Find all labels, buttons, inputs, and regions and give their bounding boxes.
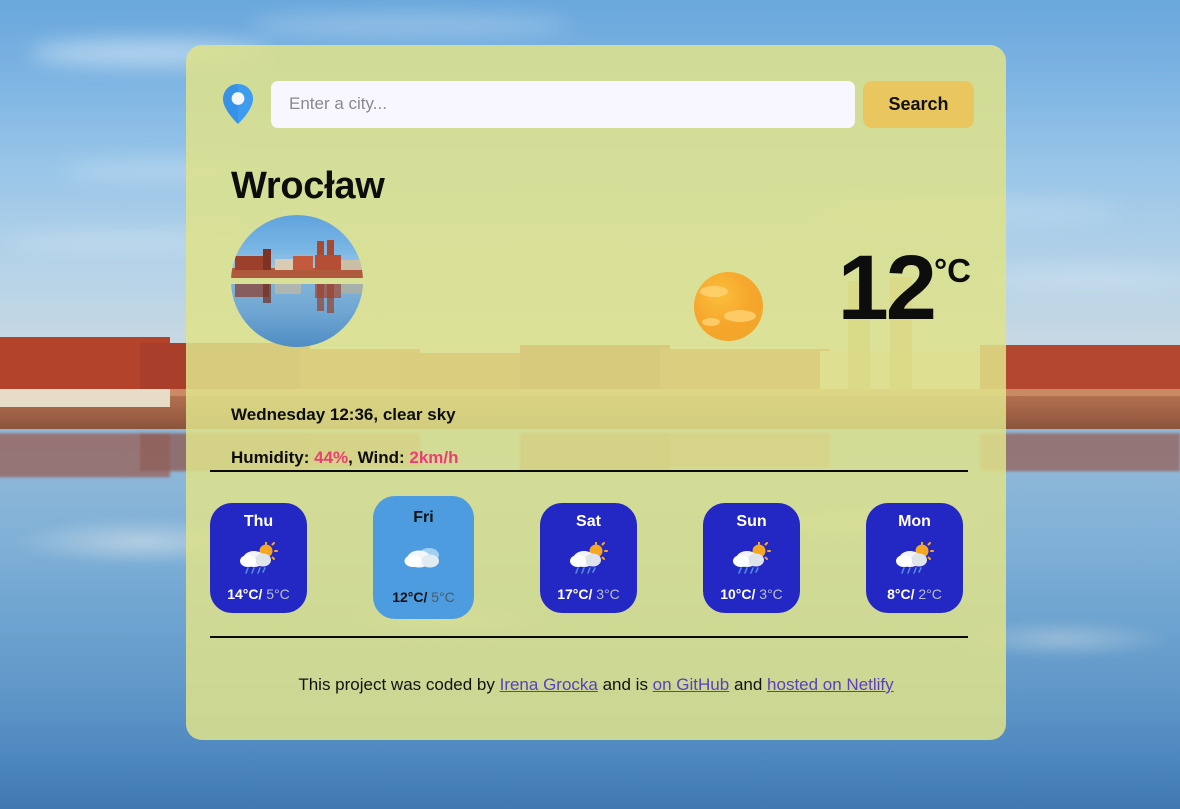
- forecast-temps: 12°C/ 5°C: [392, 590, 455, 604]
- city-photo-building: [341, 259, 363, 271]
- search-form: Search: [220, 78, 974, 130]
- forecast-temps: 10°C/ 3°C: [720, 587, 783, 601]
- footer-credits: This project was coded by Irena Grocka a…: [186, 675, 1006, 695]
- current-conditions: 12 °C Wednesday 12:36, clear sky: [231, 215, 976, 430]
- forecast-min: 3°C: [755, 585, 783, 602]
- weather-app-card: Search Wrocław: [186, 45, 1006, 740]
- forecast-max: 12°C/: [392, 589, 428, 605]
- forecast-day-label: Sun: [736, 512, 767, 530]
- city-photo-building: [293, 255, 313, 271]
- forecast-card-sat[interactable]: Sat 17°C/ 3°C: [540, 502, 637, 613]
- city-photo-building: [315, 254, 341, 271]
- forecast-max: 10°C/: [720, 585, 756, 602]
- city-photo-reflection: [327, 283, 334, 313]
- forecast-max: 17°C/: [557, 585, 593, 602]
- city-photo-reflection: [275, 283, 301, 295]
- wind-value: 2km/h: [409, 448, 459, 467]
- forecast-max: 14°C/: [227, 585, 263, 602]
- city-photo-spire: [263, 249, 271, 271]
- background-building: [980, 344, 1180, 389]
- background-cloud: [250, 14, 570, 36]
- github-link[interactable]: on GitHub: [653, 675, 730, 694]
- author-link[interactable]: Irena Grocka: [500, 675, 598, 694]
- city-photo-reflection: [341, 283, 363, 295]
- conditions-text: Wednesday 12:36, clear sky: [231, 405, 456, 424]
- humidity-value: 44%: [314, 448, 349, 467]
- divider-top: [210, 470, 968, 472]
- page-title: Wrocław: [231, 165, 385, 207]
- sun-behind-rain-cloud-icon: [238, 541, 280, 574]
- forecast-card-thu[interactable]: Thu 14°C/ 5°C: [210, 502, 307, 613]
- forecast-temps: 17°C/ 3°C: [557, 587, 620, 601]
- search-button[interactable]: Search: [863, 80, 974, 128]
- forecast-max: 8°C/: [887, 585, 915, 602]
- city-photo-reflection: [317, 283, 324, 312]
- forecast-temps: 14°C/ 5°C: [227, 587, 290, 601]
- forecast-day-label: Thu: [243, 512, 274, 530]
- weather-metrics: Humidity: 44%, Wind: 2km/h: [231, 448, 459, 468]
- temperature-value: 12: [837, 237, 937, 339]
- sun-behind-rain-cloud-icon: [731, 541, 773, 574]
- forecast-min: 5°C: [427, 589, 455, 605]
- cloud-icon: [403, 542, 445, 574]
- forecast-card-mon[interactable]: Mon 8°C/ 2°C: [866, 502, 963, 613]
- forecast-min: 2°C: [914, 585, 942, 602]
- divider-bottom: [210, 636, 968, 638]
- footer-intro-text: This project was coded by: [298, 675, 500, 694]
- forecast-day-label: Sat: [576, 512, 601, 530]
- sun-icon: [694, 272, 763, 341]
- forecast-row: Thu 14°C/ 5°C Fri 12°C/ 5°C Sat 17°C/ 3°…: [210, 490, 980, 625]
- search-input[interactable]: [271, 80, 855, 128]
- footer-and-text: and: [729, 675, 768, 694]
- humidity-label: Humidity:: [231, 448, 315, 467]
- forecast-day-label: Mon: [898, 512, 931, 530]
- location-pin-icon: [220, 81, 256, 127]
- forecast-card-sun[interactable]: Sun 10°C/ 3°C: [703, 502, 800, 613]
- sun-behind-rain-cloud-icon: [894, 541, 936, 574]
- forecast-min: 3°C: [592, 585, 620, 602]
- forecast-day-label: Fri: [413, 509, 434, 526]
- background-building-reflection: [980, 432, 1180, 471]
- sun-behind-rain-cloud-icon: [568, 541, 610, 574]
- temperature-unit: °C: [933, 252, 971, 289]
- city-photo: [231, 215, 363, 347]
- current-temperature: 12 °C: [837, 237, 971, 339]
- forecast-temps: 8°C/ 2°C: [887, 587, 942, 601]
- forecast-min: 5°C: [262, 585, 290, 602]
- background-building: [0, 388, 170, 407]
- netlify-link[interactable]: hosted on Netlify: [767, 675, 894, 694]
- forecast-card-fri[interactable]: Fri 12°C/ 5°C: [373, 496, 474, 619]
- wind-label: , Wind:: [348, 448, 410, 467]
- city-photo-reflection: [263, 283, 271, 304]
- footer-mid-text: and is: [597, 675, 653, 694]
